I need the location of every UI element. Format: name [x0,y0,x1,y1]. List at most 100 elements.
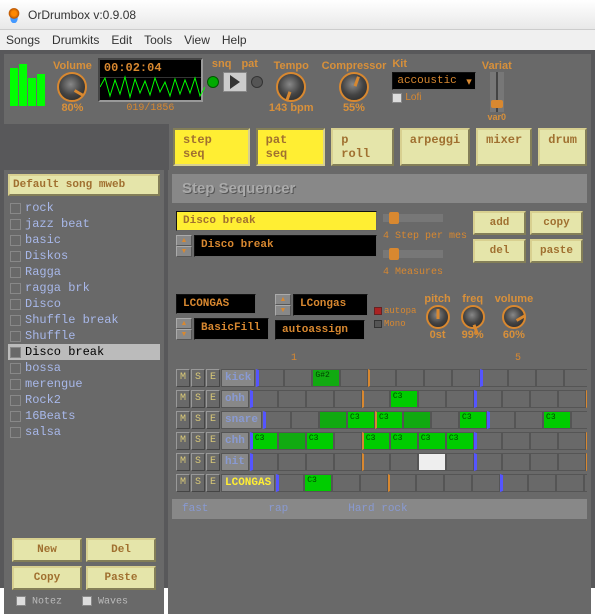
step-cell[interactable]: C3 [543,411,571,429]
menu-drumkits[interactable]: Drumkits [52,33,99,47]
step-cell[interactable] [584,474,587,492]
step-cell[interactable] [474,390,502,408]
solo-button[interactable]: S [191,432,205,450]
step-cell[interactable] [250,453,278,471]
step-cell[interactable]: C3 [347,411,375,429]
tab-fast[interactable]: fast [182,503,208,515]
step-cell[interactable] [586,453,587,471]
step-cell[interactable] [388,474,416,492]
tab-hardrock[interactable]: Hard rock [348,503,407,515]
step-cell[interactable] [480,369,508,387]
step-cell[interactable] [444,474,472,492]
pattern-item[interactable]: Rock2 [8,392,160,408]
step-cell[interactable] [284,369,312,387]
variat-slider[interactable] [490,72,504,112]
step-cell[interactable] [536,369,564,387]
step-cell[interactable] [418,453,446,471]
pattern-item[interactable]: Ragga [8,264,160,280]
step-cell[interactable]: C3 [418,432,446,450]
step-cell[interactable] [564,369,587,387]
mode-drum[interactable]: drum [538,128,587,166]
step-cell[interactable] [472,474,500,492]
step-cell[interactable] [571,411,587,429]
edit-button[interactable]: E [206,474,220,492]
pattern-item[interactable]: merengue [8,376,160,392]
track-lcongas-field[interactable]: LCONGAS [176,294,256,314]
pattern-item[interactable]: Shuffle break [8,312,160,328]
notes-checkbox[interactable] [16,596,26,606]
autopa-checkbox[interactable] [374,307,382,315]
pitch-knob[interactable] [426,305,450,329]
step-cell[interactable] [530,453,558,471]
step-cell[interactable] [334,390,362,408]
step-cell[interactable]: C3 [306,432,334,450]
mute-button[interactable]: M [176,411,190,429]
seq-add-button[interactable]: add [473,211,526,235]
menu-view[interactable]: View [184,33,210,47]
step-cell[interactable] [306,390,334,408]
pattern-item[interactable]: Diskos [8,248,160,264]
seq-del-button[interactable]: del [473,239,526,263]
step-cell[interactable]: C3 [390,432,418,450]
step-cell[interactable] [502,432,530,450]
solo-button[interactable]: S [191,369,205,387]
mute-button[interactable]: M [176,432,190,450]
step-cell[interactable] [502,390,530,408]
snq-led[interactable] [207,76,219,88]
step-cell[interactable] [334,432,362,450]
pattern-item[interactable]: Shuffle [8,328,160,344]
step-cell[interactable] [278,432,306,450]
seq-paste-button[interactable]: paste [530,239,583,263]
lcongas-select[interactable]: LCongas [293,294,368,316]
pattern-name-field[interactable]: Disco break [176,211,377,231]
mute-button[interactable]: M [176,369,190,387]
step-cell[interactable] [424,369,452,387]
step-cell[interactable] [416,474,444,492]
compressor-knob[interactable] [339,72,369,102]
freq-knob[interactable] [461,305,485,329]
pattern-item[interactable]: rock [8,200,160,216]
step-cell[interactable] [418,390,446,408]
step-cell[interactable] [291,411,319,429]
step-cell[interactable] [500,474,528,492]
step-cell[interactable] [474,453,502,471]
menu-songs[interactable]: Songs [6,33,40,47]
edit-button[interactable]: E [206,369,220,387]
volume-knob[interactable] [57,72,87,102]
step-cell[interactable] [278,390,306,408]
step-cell[interactable]: C3 [250,432,278,450]
pattern-spinner[interactable]: ▲▼ [176,235,192,257]
step-cell[interactable] [256,369,284,387]
lofi-checkbox[interactable] [392,93,402,103]
copy-button[interactable]: Copy [12,566,82,590]
pat-led[interactable] [251,76,263,88]
edit-button[interactable]: E [206,390,220,408]
mode-mixer[interactable]: mixer [476,128,532,166]
measures-slider[interactable] [383,250,443,258]
waves-checkbox[interactable] [82,596,92,606]
step-cell[interactable] [530,390,558,408]
mode-step-seq[interactable]: step seq [173,128,250,166]
pattern-item[interactable]: Disco break [8,344,160,360]
track-name[interactable]: LCONGAS [221,474,275,492]
lcongas-spinner[interactable]: ▲▼ [275,294,291,316]
pattern-select[interactable]: Disco break [194,235,377,257]
autoassign-button[interactable]: autoassign [275,320,365,340]
basicfill-select[interactable]: BasicFill [194,318,269,340]
step-cell[interactable] [276,474,304,492]
mode-arpeggi[interactable]: arpeggi [400,128,470,166]
step-cell[interactable]: G#2 [312,369,340,387]
track-volume-knob[interactable] [502,305,526,329]
step-cell[interactable] [360,474,388,492]
solo-button[interactable]: S [191,453,205,471]
pattern-item[interactable]: Disco [8,296,160,312]
pattern-list[interactable]: rockjazz beatbasicDiskosRaggaragga brkDi… [8,200,160,530]
menu-edit[interactable]: Edit [111,33,132,47]
track-name[interactable]: hit [221,453,249,471]
step-cell[interactable] [362,453,390,471]
mode-pat-seq[interactable]: pat seq [256,128,326,166]
menu-help[interactable]: Help [222,33,247,47]
step-cell[interactable] [558,390,586,408]
step-cell[interactable] [446,453,474,471]
step-cell[interactable] [431,411,459,429]
